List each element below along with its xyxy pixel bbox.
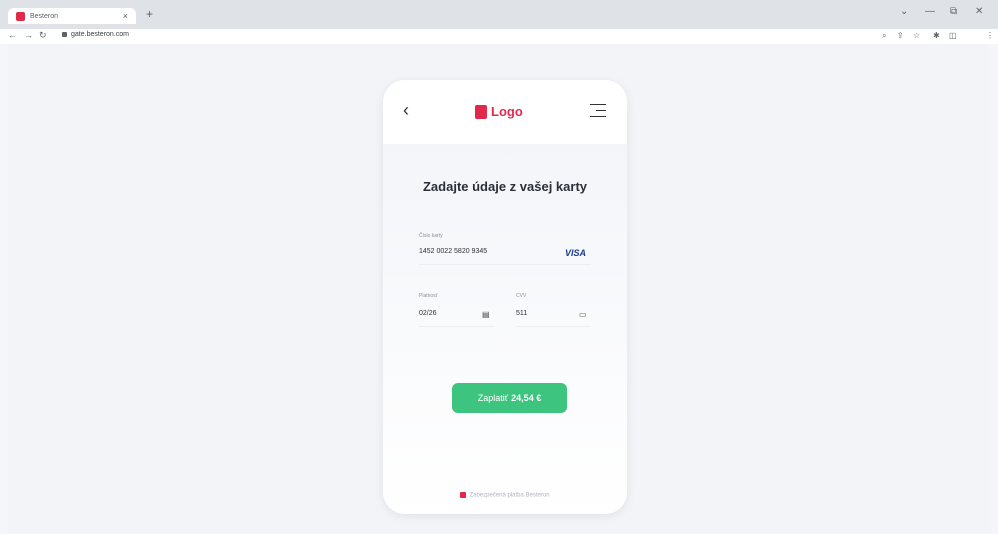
minimize-button[interactable]: — bbox=[925, 6, 935, 17]
tab-search-icon[interactable]: ⌄ bbox=[900, 6, 908, 17]
zoom-icon[interactable]: ⌕ bbox=[882, 31, 886, 41]
pay-button[interactable]: Zaplatiť 24,54 € bbox=[452, 383, 567, 413]
visa-logo: VISA bbox=[565, 248, 587, 258]
lock-icon bbox=[62, 31, 67, 37]
maximize-button[interactable]: ⧉ bbox=[950, 6, 957, 17]
pay-amount: 24,54 € bbox=[511, 393, 542, 403]
new-tab-button[interactable]: + bbox=[146, 7, 153, 21]
pay-label: Zaplatiť bbox=[477, 393, 509, 403]
tab-title: Besteron bbox=[30, 12, 59, 20]
calendar-icon[interactable]: ▤ bbox=[482, 310, 490, 319]
footer-text: Zabezpečená platba Besteron bbox=[469, 492, 550, 499]
expiry-underline bbox=[419, 326, 495, 327]
reload-icon[interactable]: ↻ bbox=[39, 30, 47, 41]
star-icon[interactable]: ☆ bbox=[913, 31, 920, 40]
payment-card: ‹ Logo Zadajte údaje z vašej karty Číslo… bbox=[383, 80, 627, 514]
share-icon[interactable]: ⇪ bbox=[897, 31, 904, 40]
url-value: gate.besteron.com bbox=[71, 31, 129, 38]
card-number-input[interactable]: 1452 0022 5820 9345 bbox=[419, 248, 487, 255]
logo-text: Logo bbox=[491, 104, 523, 119]
logo: Logo bbox=[475, 104, 523, 119]
menu-icon[interactable] bbox=[590, 104, 606, 122]
back-icon[interactable]: ‹ bbox=[403, 100, 409, 121]
expiry-input[interactable]: 02/26 bbox=[419, 310, 437, 317]
card-number-underline bbox=[419, 264, 591, 265]
forward-nav-icon[interactable]: → bbox=[24, 30, 33, 40]
url-text[interactable]: gate.besteron.com bbox=[62, 31, 129, 38]
besteron-favicon-icon bbox=[16, 11, 25, 21]
sidepanel-icon[interactable]: ◫ bbox=[949, 31, 957, 40]
cvv-input[interactable]: 511 bbox=[516, 310, 527, 317]
tab-close-icon[interactable]: × bbox=[123, 11, 128, 21]
app-header: ‹ Logo bbox=[383, 80, 627, 144]
browser-tab[interactable]: Besteron × bbox=[8, 8, 136, 24]
address-bar[interactable] bbox=[0, 29, 998, 44]
cvv-underline bbox=[516, 326, 591, 327]
page-title: Zadajte údaje z vašej karty bbox=[422, 179, 588, 194]
form-area: Zadajte údaje z vašej karty Číslo karty … bbox=[383, 144, 627, 514]
close-window-button[interactable]: ✕ bbox=[975, 6, 983, 17]
besteron-icon bbox=[460, 492, 467, 498]
cvv-label: CVV bbox=[516, 293, 527, 299]
more-icon[interactable]: ⋮ bbox=[986, 31, 994, 40]
logo-mark-icon bbox=[475, 104, 487, 119]
expiry-label: Platnosť bbox=[419, 293, 438, 299]
card-number-label: Číslo karty bbox=[419, 233, 443, 239]
back-nav-icon[interactable]: ← bbox=[8, 30, 17, 40]
secure-footer: Zabezpečená platba Besteron bbox=[383, 492, 627, 499]
card-icon: ▭ bbox=[579, 310, 587, 319]
extensions-icon[interactable]: ✱ bbox=[933, 31, 940, 40]
